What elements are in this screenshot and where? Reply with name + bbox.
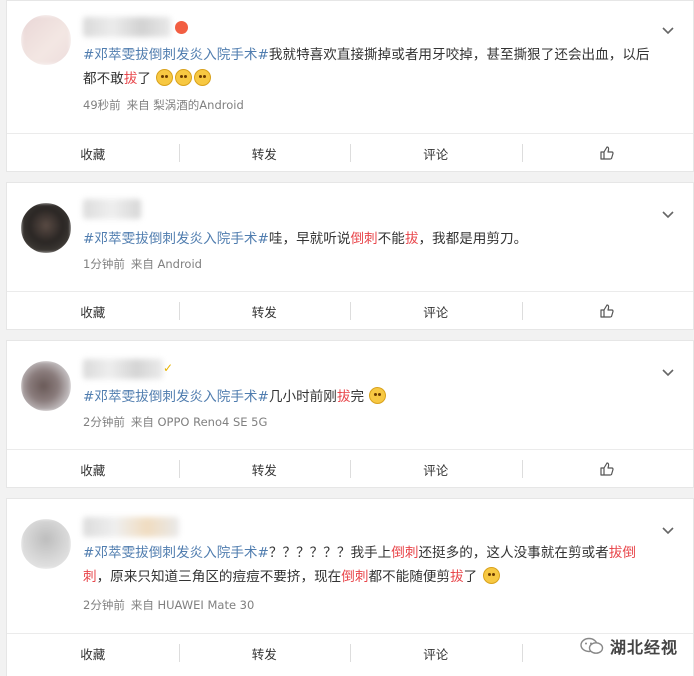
watermark-text: 湖北经视 (609, 638, 678, 657)
post-text-segment: 拔 (123, 71, 138, 87)
post-text-segment: 拔 (450, 569, 464, 585)
wechat-icon (580, 637, 604, 654)
post-text-segment: 了 (137, 71, 151, 87)
avatar[interactable] (21, 203, 71, 253)
avatar[interactable] (21, 361, 71, 411)
chevron-down-icon[interactable] (661, 523, 675, 537)
chevron-down-icon[interactable] (661, 207, 675, 221)
hashtag-link[interactable]: #邓萃雯拔倒刺发炎入院手术# (83, 389, 269, 405)
comment-button[interactable]: 评论 (350, 450, 522, 488)
post-text-segment: 还挺多的，这人没事就在剪或者 (418, 545, 609, 561)
post-text-segment: ，原来只知道三角区的痘痘不要挤，现在 (96, 569, 342, 585)
post-time[interactable]: 1分钟前 (83, 257, 125, 271)
comment-button[interactable]: 评论 (350, 292, 522, 330)
smile-emoji-icon (156, 69, 174, 86)
repost-button[interactable]: 转发 (178, 450, 351, 488)
post-source: 来自 Android (130, 257, 202, 271)
post-card: #邓萃雯拔倒刺发炎入院手术#哇，早就听说倒刺不能拔，我都是用剪刀。 1分钟前 来自… (6, 182, 694, 330)
post-text-segment: 都不能随便剪 (368, 569, 451, 585)
post-text-segment: ？？？？？？我手上 (268, 545, 392, 561)
post-source: 来自 梨涡酒的Android (126, 98, 244, 112)
post-time[interactable]: 49秒前 (83, 98, 121, 112)
post-text-segment: 倒刺 (391, 545, 419, 561)
post-text-segment: 倒刺 (341, 569, 369, 585)
hashtag-link[interactable]: #邓萃雯拔倒刺发炎入院手术# (83, 231, 269, 247)
post-text: #邓萃雯拔倒刺发炎入院手术#哇，早就听说倒刺不能拔，我都是用剪刀。 (83, 227, 663, 251)
collect-button[interactable]: 收藏 (7, 450, 179, 488)
post-text-segment: 不能 (377, 231, 405, 247)
collect-button[interactable]: 收藏 (7, 634, 179, 672)
username[interactable] (83, 517, 179, 537)
avatar[interactable] (21, 15, 71, 65)
post-text: #邓萃雯拔倒刺发炎入院手术#？？？？？？我手上倒刺还挺多的，这人没事就在剪或者拔… (83, 541, 663, 589)
post-source: 来自 OPPO Reno4 SE 5G (130, 415, 268, 429)
action-bar: 收藏 转发 评论 (7, 133, 693, 172)
smile-emoji-icon (175, 69, 193, 86)
post-text-segment: 几小时前刚 (268, 389, 337, 405)
post-text-segment: 哇，早就听说 (268, 231, 351, 247)
avatar[interactable] (21, 519, 71, 569)
vip-badge-icon (175, 21, 188, 34)
post-text-segment: 拔 (404, 231, 419, 247)
action-bar: 收藏 转发 评论 (7, 291, 693, 330)
repost-button[interactable]: 转发 (178, 134, 351, 172)
hashtag-link[interactable]: #邓萃雯拔倒刺发炎入院手术# (83, 47, 269, 63)
post-text-segment: 了 (463, 569, 478, 585)
chevron-down-icon[interactable] (661, 23, 675, 37)
post-text-segment: 拔 (336, 389, 351, 405)
post-text-segment: 完 (350, 389, 365, 405)
collect-button[interactable]: 收藏 (7, 292, 179, 330)
post-text-segment: 倒刺 (350, 231, 378, 247)
post-time[interactable]: 2分钟前 (83, 598, 125, 612)
post-text: #邓萃雯拔倒刺发炎入院手术#几小时前刚拔完 (83, 385, 663, 409)
post-time[interactable]: 2分钟前 (83, 415, 125, 429)
username[interactable] (83, 359, 163, 379)
repost-button[interactable]: 转发 (178, 634, 351, 672)
thumbs-up-icon (600, 146, 614, 160)
post-card: ✓ #邓萃雯拔倒刺发炎入院手术#几小时前刚拔完 2分钟前 来自 OPPO Reno… (6, 340, 694, 488)
comment-button[interactable]: 评论 (350, 634, 522, 672)
post-meta: 49秒前 来自 梨涡酒的Android (83, 97, 250, 113)
post-card: #邓萃雯拔倒刺发炎入院手术#我就特喜欢直接撕掉或者用牙咬掉，甚至撕狠了还会出血，… (6, 0, 694, 172)
like-button[interactable] (521, 134, 694, 172)
post-source: 来自 HUAWEI Mate 30 (130, 598, 255, 612)
chevron-down-icon[interactable] (661, 365, 675, 379)
post-meta: 1分钟前 来自 Android (83, 256, 208, 272)
like-button[interactable] (521, 450, 694, 488)
smile-emoji-icon (194, 69, 212, 86)
action-bar: 收藏 转发 评论 (7, 449, 693, 488)
collect-button[interactable]: 收藏 (7, 134, 179, 172)
username[interactable] (83, 199, 141, 219)
comment-button[interactable]: 评论 (350, 134, 522, 172)
post-meta: 2分钟前 来自 HUAWEI Mate 30 (83, 597, 260, 613)
post-text-segment: ，我都是用剪刀。 (418, 231, 528, 247)
laugh-cry-emoji-icon (369, 387, 387, 404)
post-text: #邓萃雯拔倒刺发炎入院手术#我就特喜欢直接撕掉或者用牙咬掉，甚至撕狠了还会出血，… (83, 43, 663, 91)
watermark: 湖北经视 (580, 634, 678, 658)
thumbs-up-icon (600, 462, 614, 476)
thumbs-up-icon (600, 304, 614, 318)
repost-button[interactable]: 转发 (178, 292, 351, 330)
badge-icon: ✓ (163, 361, 174, 375)
hashtag-link[interactable]: #邓萃雯拔倒刺发炎入院手术# (83, 545, 269, 561)
username[interactable] (83, 17, 171, 37)
laugh-cry-emoji-icon (482, 567, 500, 584)
post-meta: 2分钟前 来自 OPPO Reno4 SE 5G (83, 414, 273, 430)
like-button[interactable] (521, 292, 694, 330)
